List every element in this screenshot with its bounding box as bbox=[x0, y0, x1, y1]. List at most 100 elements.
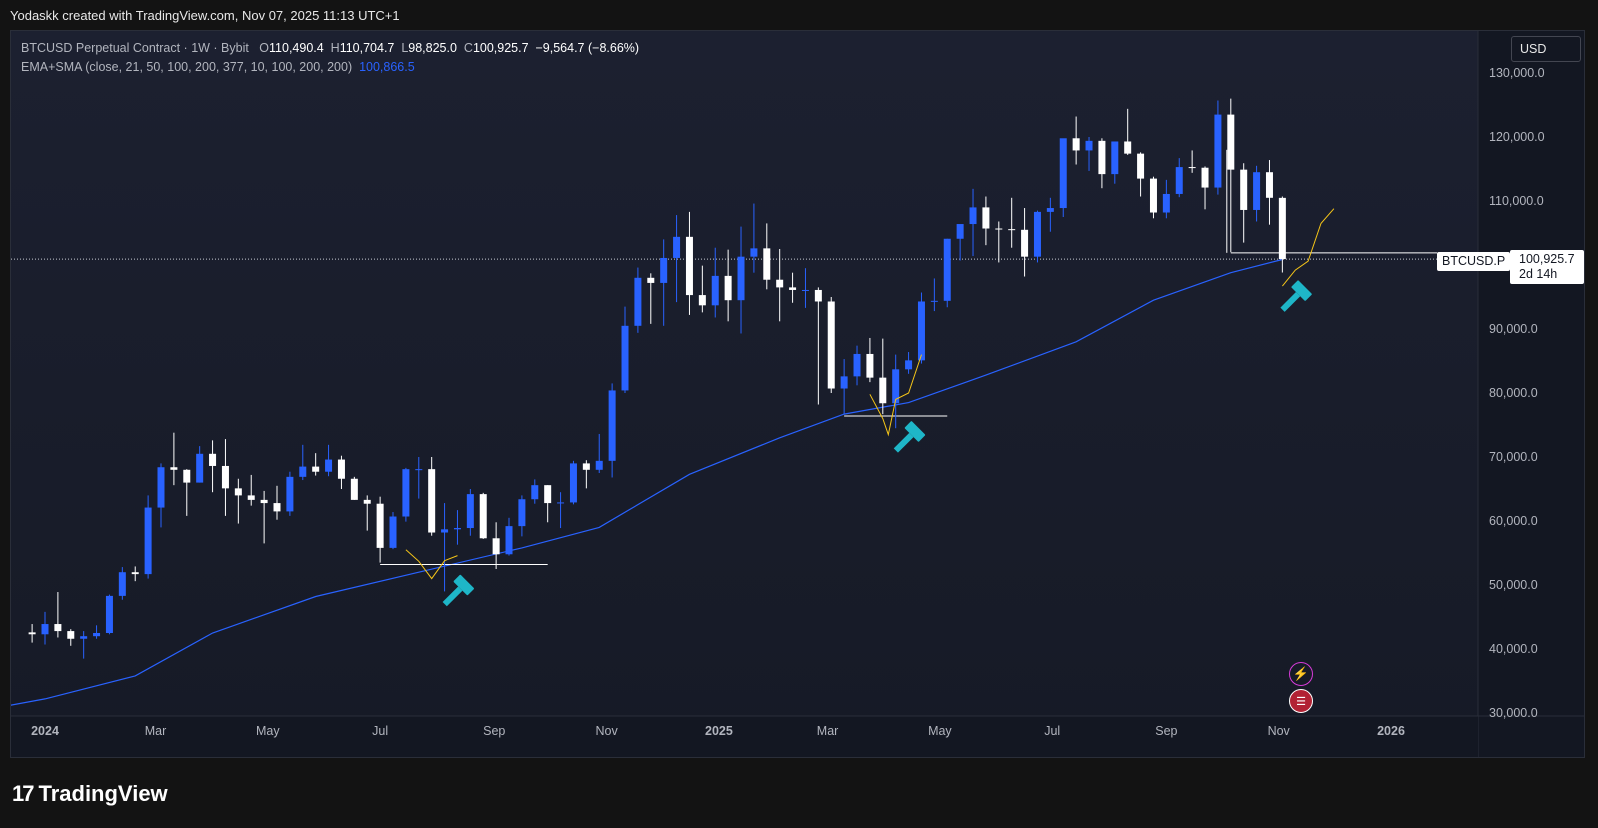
candle-body bbox=[337, 459, 345, 479]
candle-body bbox=[660, 257, 668, 283]
candle-body bbox=[402, 469, 410, 517]
candle-body bbox=[131, 572, 139, 575]
candle-body bbox=[157, 467, 165, 508]
credit-line: Yodaskk created with TradingView.com, No… bbox=[10, 8, 400, 23]
candle-body bbox=[1124, 141, 1132, 154]
x-tick-label: Sep bbox=[483, 724, 505, 738]
x-tick-label: May bbox=[256, 724, 280, 738]
tradingview-logo[interactable]: 17 TradingView bbox=[12, 781, 168, 807]
x-tick-label: 2024 bbox=[31, 724, 59, 738]
candle-body bbox=[441, 529, 449, 533]
candle-body bbox=[1175, 167, 1183, 194]
candle-body bbox=[905, 360, 913, 370]
candle-body bbox=[569, 463, 577, 503]
candle-body bbox=[415, 469, 423, 471]
candle-body bbox=[685, 236, 693, 296]
candle-body bbox=[54, 624, 62, 632]
candle-body bbox=[930, 300, 938, 302]
candle-body bbox=[917, 301, 925, 361]
candle-body bbox=[763, 248, 771, 280]
candle-body bbox=[479, 494, 487, 539]
close-value: 100,925.7 bbox=[472, 41, 529, 55]
tradingview-wordmark: TradingView bbox=[38, 781, 168, 806]
candle-body bbox=[943, 238, 951, 301]
us-flag-icon[interactable]: ☰ bbox=[1289, 689, 1313, 713]
last-price-tag: 100,925.7 2d 14h bbox=[1510, 250, 1584, 284]
plot-area[interactable] bbox=[11, 98, 1477, 713]
y-tick-label: 70,000.0 bbox=[1489, 450, 1538, 464]
candle-body bbox=[80, 636, 88, 639]
candle-body bbox=[982, 207, 990, 229]
candle-body bbox=[1278, 197, 1286, 260]
hammer-icon[interactable] bbox=[889, 421, 926, 458]
projection-path bbox=[1282, 208, 1335, 287]
hammer-icon[interactable] bbox=[1275, 280, 1312, 317]
candle-body bbox=[557, 502, 565, 504]
y-tick-label: 60,000.0 bbox=[1489, 514, 1538, 528]
candle-body bbox=[312, 466, 320, 472]
indicator-name[interactable]: EMA+SMA (close, 21, 50, 100, 200, 377, 1… bbox=[21, 60, 352, 74]
candle-body bbox=[350, 478, 358, 500]
candle-body bbox=[1227, 114, 1235, 170]
candle-body bbox=[1111, 141, 1119, 175]
y-tick-label: 50,000.0 bbox=[1489, 578, 1538, 592]
candle-body bbox=[1253, 172, 1261, 210]
chart-legend: BTCUSD Perpetual Contract · 1W · Bybit O… bbox=[21, 39, 639, 77]
candle-body bbox=[801, 289, 809, 291]
y-tick-label: 80,000.0 bbox=[1489, 386, 1538, 400]
ema-line bbox=[11, 258, 1283, 706]
candle-body bbox=[582, 463, 590, 470]
x-tick-label: Mar bbox=[145, 724, 167, 738]
candle-body bbox=[170, 467, 178, 470]
candle-body bbox=[273, 503, 281, 512]
hammer-icon[interactable] bbox=[438, 574, 475, 611]
candle-body bbox=[325, 459, 333, 472]
low-value: 98,825.0 bbox=[408, 41, 457, 55]
y-tick-label: 40,000.0 bbox=[1489, 642, 1538, 656]
candle-body bbox=[505, 526, 513, 555]
candle-body bbox=[234, 488, 242, 496]
candle-body bbox=[453, 528, 461, 530]
candle-body bbox=[647, 277, 655, 283]
candle-body bbox=[144, 507, 152, 575]
candle-body bbox=[724, 275, 732, 301]
y-tick-label: 90,000.0 bbox=[1489, 322, 1538, 336]
y-tick-label: 110,000.0 bbox=[1489, 194, 1544, 208]
chart-panel[interactable]: 130,000.0120,000.0110,000.0100,000.090,0… bbox=[10, 30, 1585, 758]
candle-body bbox=[183, 469, 191, 483]
candle-body bbox=[428, 469, 436, 533]
candle-body bbox=[595, 460, 603, 470]
open-label: O bbox=[259, 41, 270, 55]
candle-body bbox=[196, 453, 204, 483]
currency-selector[interactable]: USD bbox=[1511, 36, 1581, 62]
candle-body bbox=[879, 377, 887, 404]
candle-body bbox=[711, 275, 719, 306]
candle-body bbox=[260, 499, 268, 504]
x-tick-label: Nov bbox=[595, 724, 618, 738]
lightning-icon[interactable]: ⚡ bbox=[1289, 662, 1313, 686]
x-tick-label: Jul bbox=[372, 724, 388, 738]
candlestick-chart[interactable]: 130,000.0120,000.0110,000.0100,000.090,0… bbox=[11, 31, 1585, 758]
x-tick-label: May bbox=[928, 724, 952, 738]
y-tick-label: 120,000.0 bbox=[1489, 130, 1545, 144]
tradingview-mark-icon: 17 bbox=[12, 781, 35, 806]
y-tick-label: 30,000.0 bbox=[1489, 706, 1538, 720]
candle-body bbox=[814, 289, 822, 302]
candle-body bbox=[827, 301, 835, 389]
x-tick-label: Mar bbox=[817, 724, 839, 738]
candle-body bbox=[995, 228, 1003, 230]
candle-body bbox=[531, 485, 539, 500]
candle-body bbox=[221, 465, 229, 489]
last-price-value: 100,925.7 bbox=[1519, 252, 1575, 266]
candle-body bbox=[28, 632, 36, 635]
y-tick-label: 130,000.0 bbox=[1489, 66, 1545, 80]
candle-body bbox=[1046, 208, 1054, 212]
symbol-name[interactable]: BTCUSD Perpetual Contract · 1W · Bybit bbox=[21, 41, 249, 55]
candle-body bbox=[969, 207, 977, 225]
candle-body bbox=[698, 295, 706, 306]
candle-body bbox=[1137, 153, 1145, 179]
candle-body bbox=[299, 466, 307, 477]
candle-body bbox=[286, 476, 294, 512]
candle-body bbox=[544, 485, 552, 504]
candle-body bbox=[1201, 167, 1209, 188]
